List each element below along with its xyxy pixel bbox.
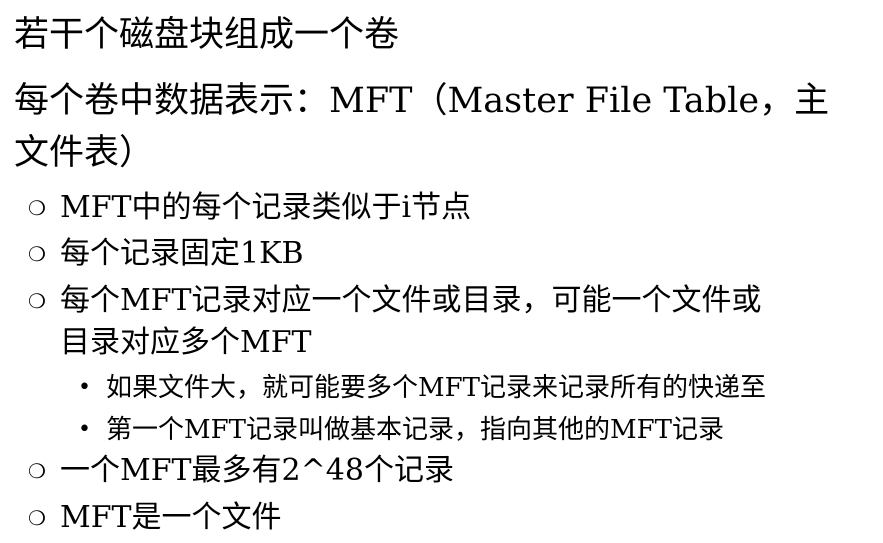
dot-bullet-icon: •	[78, 417, 91, 442]
list-item-text: MFT是一个文件	[60, 500, 282, 535]
circle-bullet-icon: ❍	[28, 289, 46, 313]
list-item-text: 一个MFT最多有2^48个记录	[60, 453, 454, 488]
circle-bullet-icon: ❍	[28, 459, 46, 483]
slide: 若干个磁盘块组成一个卷 每个卷中数据表示：MFT（Master File Tab…	[0, 0, 883, 543]
heading-mft-line2: 文件表）	[14, 128, 154, 178]
sub-list-item-text: 如果文件大，就可能要多个MFT记录来记录所有的快递至	[106, 373, 767, 403]
dot-bullet-icon: •	[78, 375, 91, 400]
heading-volume: 若干个磁盘块组成一个卷	[14, 10, 399, 60]
circle-bullet-icon: ❍	[28, 196, 46, 220]
heading-mft-text-2: 文件表）	[14, 133, 155, 173]
list-item-text: 每个记录固定1KB	[60, 236, 304, 271]
list-item-text: 目录对应多个MFT	[60, 325, 312, 360]
sub-list-item-text: 第一个MFT记录叫做基本记录，指向其他的MFT记录	[106, 415, 725, 445]
heading-volume-text: 若干个磁盘块组成一个卷	[14, 15, 400, 55]
circle-bullet-icon: ❍	[28, 242, 46, 266]
circle-bullet-icon: ❍	[28, 506, 46, 530]
heading-mft-text-1: 每个卷中数据表示：MFT（Master File Table，主	[14, 81, 830, 121]
list-item-text: 每个MFT记录对应一个文件或目录，可能一个文件或	[60, 283, 762, 318]
list-item-text: MFT中的每个记录类似于i节点	[60, 190, 472, 225]
heading-mft-line1: 每个卷中数据表示：MFT（Master File Table，主	[14, 76, 829, 126]
